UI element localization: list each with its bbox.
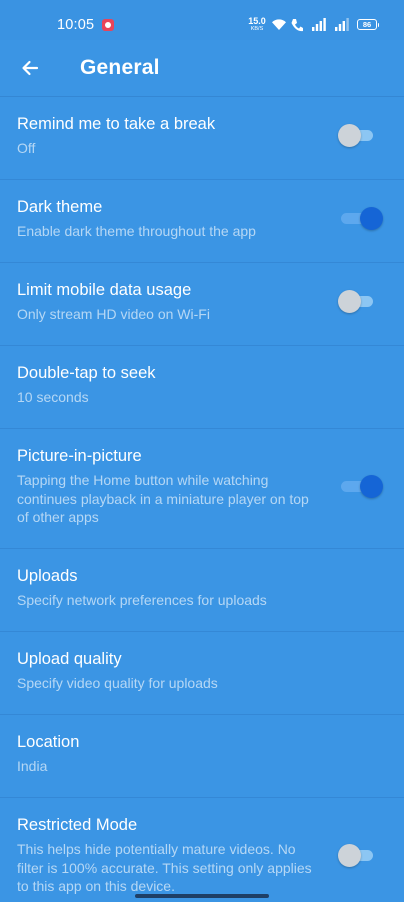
setting-subtitle: Enable dark theme throughout the app xyxy=(17,223,256,239)
status-bar: 10:05 15.0 KB/S 86 xyxy=(0,0,404,40)
setting-location[interactable]: Location India xyxy=(0,715,404,798)
setting-remind-break[interactable]: Remind me to take a break Off xyxy=(0,97,404,180)
toggle-thumb xyxy=(338,844,361,867)
toggle-thumb xyxy=(360,207,383,230)
setting-subtitle: Specify video quality for uploads xyxy=(17,675,218,691)
setting-subtitle: This helps hide potentially mature video… xyxy=(17,841,312,894)
setting-double-tap-seek[interactable]: Double-tap to seek 10 seconds xyxy=(0,346,404,429)
volte-icon xyxy=(291,19,303,32)
restricted-mode-toggle[interactable] xyxy=(337,843,375,867)
setting-uploads[interactable]: Uploads Specify network preferences for … xyxy=(0,549,404,632)
home-indicator[interactable] xyxy=(135,894,269,898)
setting-subtitle: Off xyxy=(17,140,36,156)
setting-title: Dark theme xyxy=(17,198,103,216)
setting-subtitle: Specify network preferences for uploads xyxy=(17,592,267,608)
network-speed: 15.0 KB/S xyxy=(246,16,268,32)
remind-break-toggle[interactable] xyxy=(337,123,375,147)
status-time: 10:05 xyxy=(57,17,95,33)
signal-icon xyxy=(312,18,326,31)
setting-dark-theme[interactable]: Dark theme Enable dark theme throughout … xyxy=(0,180,404,263)
toggle-thumb xyxy=(360,475,383,498)
arrow-left-icon xyxy=(22,60,39,76)
wifi-icon xyxy=(272,19,286,30)
signal-icon xyxy=(335,18,349,31)
app-bar: General xyxy=(0,40,404,97)
toggle-thumb xyxy=(338,124,361,147)
setting-upload-quality[interactable]: Upload quality Specify video quality for… xyxy=(0,632,404,715)
battery-icon: 86 xyxy=(357,19,379,30)
setting-title: Upload quality xyxy=(17,650,122,668)
setting-title: Uploads xyxy=(17,567,78,585)
screen-record-icon xyxy=(102,19,114,31)
setting-subtitle: Tapping the Home button while watching c… xyxy=(17,472,309,525)
settings-list: Remind me to take a break Off Dark theme… xyxy=(0,97,404,902)
setting-title: Picture-in-picture xyxy=(17,447,142,465)
picture-in-picture-toggle[interactable] xyxy=(337,474,383,498)
setting-limit-mobile-data[interactable]: Limit mobile data usage Only stream HD v… xyxy=(0,263,404,346)
network-speed-unit: KB/S xyxy=(250,26,264,32)
setting-title: Restricted Mode xyxy=(17,816,138,834)
setting-title: Location xyxy=(17,733,80,751)
setting-subtitle: Only stream HD video on Wi-Fi xyxy=(17,306,210,322)
setting-restricted-mode[interactable]: Restricted Mode This helps hide potentia… xyxy=(0,798,404,902)
setting-title: Remind me to take a break xyxy=(17,115,216,133)
setting-picture-in-picture[interactable]: Picture-in-picture Tapping the Home butt… xyxy=(0,429,404,549)
setting-title: Double-tap to seek xyxy=(17,364,156,382)
back-button[interactable] xyxy=(14,52,46,84)
setting-subtitle: 10 seconds xyxy=(17,389,89,405)
page-title: General xyxy=(80,56,160,79)
limit-mobile-data-toggle[interactable] xyxy=(337,289,375,313)
setting-subtitle: India xyxy=(17,758,48,774)
setting-title: Limit mobile data usage xyxy=(17,281,192,299)
dark-theme-toggle[interactable] xyxy=(337,206,383,230)
toggle-thumb xyxy=(338,290,361,313)
network-speed-value: 15.0 xyxy=(248,16,266,26)
